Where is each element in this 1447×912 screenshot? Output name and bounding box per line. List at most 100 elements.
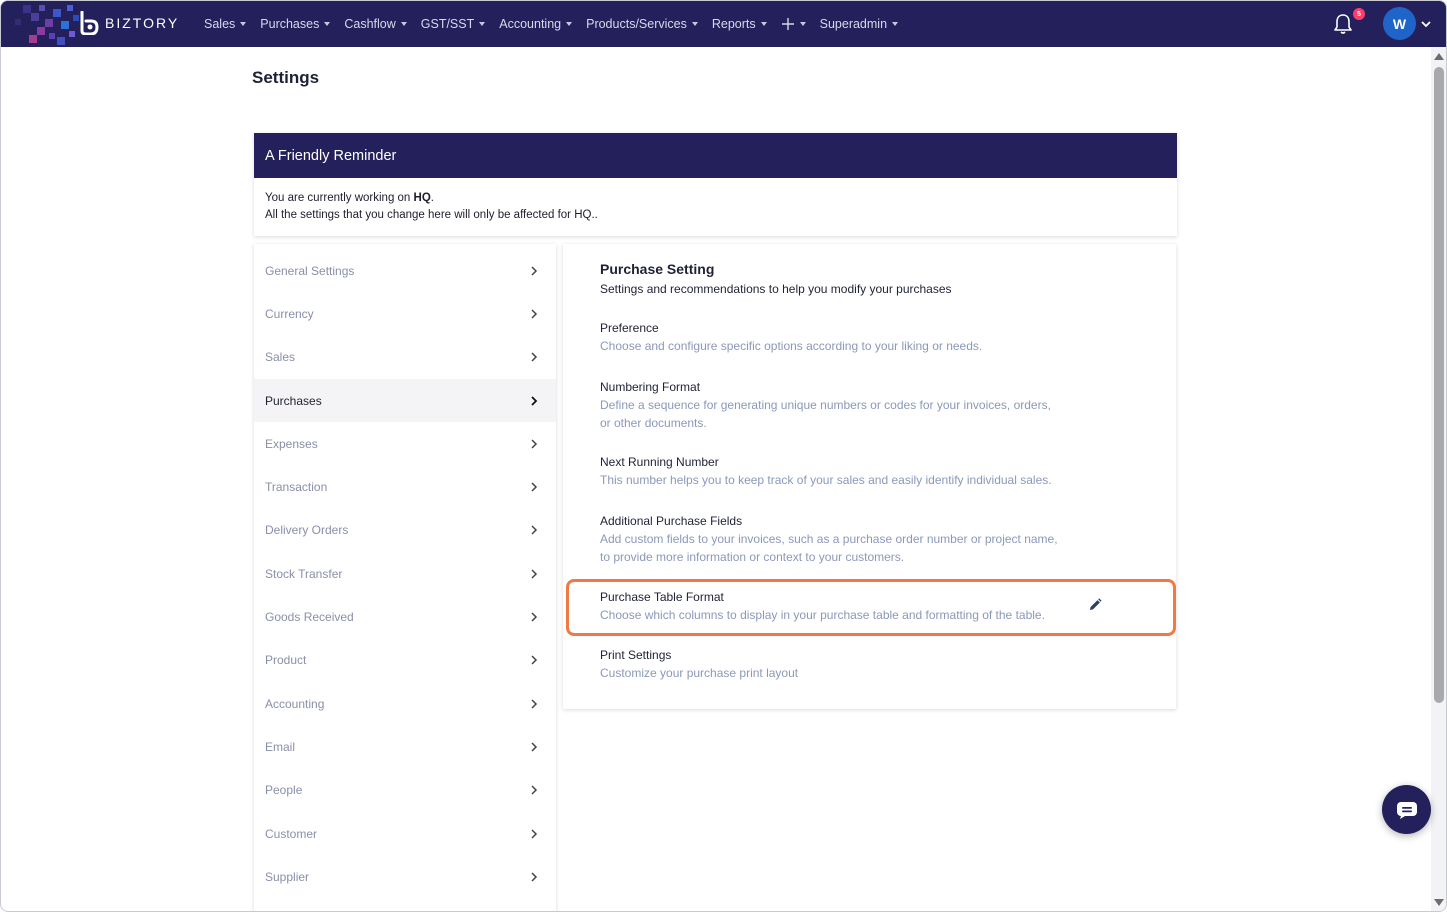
nav-label: Reports — [711, 17, 756, 31]
nav-reports[interactable]: Reports — [712, 17, 767, 31]
option-title: Numbering Format — [600, 380, 701, 394]
sidebar-item-label: Delivery Orders — [265, 522, 349, 537]
reminder-line-2: All the settings that you change here wi… — [265, 209, 598, 221]
user-avatar[interactable]: W — [1383, 7, 1416, 40]
option-description: Add custom fields to your invoices, such… — [600, 532, 1058, 564]
brand-logo[interactable]: BIZTORY — [79, 11, 179, 35]
chevron-right-icon — [531, 785, 538, 795]
sidebar-item-supplier[interactable]: Supplier — [254, 855, 556, 898]
nav-gst-sst[interactable]: GST/SST — [420, 17, 486, 31]
sidebar-item-label: Currency — [265, 306, 314, 321]
sidebar-item-label: Email — [265, 739, 296, 754]
sidebar-item-purchases[interactable]: Purchases — [254, 379, 556, 422]
settings-sidebar: General Settings Currency Sales Purchase… — [254, 244, 556, 911]
caret-down-icon — [691, 22, 698, 26]
option-additional-purchase-fields[interactable]: Additional Purchase Fields Add custom fi… — [600, 513, 1060, 566]
caret-down-icon — [324, 22, 331, 26]
sidebar-item-currency[interactable]: Currency — [254, 292, 556, 335]
chat-button[interactable] — [1382, 785, 1431, 834]
option-next-running-number[interactable]: Next Running Number This number helps yo… — [600, 454, 1060, 489]
nav-superadmin[interactable]: Superadmin — [820, 17, 899, 31]
sidebar-item-goods-received[interactable]: Goods Received — [254, 595, 556, 638]
chevron-right-icon — [531, 699, 538, 709]
nav-label: GST/SST — [420, 17, 475, 31]
pencil-edit-icon[interactable] — [1088, 598, 1102, 612]
nav-products-services[interactable]: Products/Services — [586, 17, 698, 31]
chevron-right-icon — [531, 612, 538, 622]
nav-purchases[interactable]: Purchases — [260, 17, 331, 31]
sidebar-item-people[interactable]: People — [254, 768, 556, 811]
sidebar-item-label: Product — [265, 652, 307, 667]
chevron-right-icon — [531, 742, 538, 752]
sidebar-item-product[interactable]: Product — [254, 638, 556, 681]
reminder-line-1: You are currently working on HQ. — [265, 190, 1166, 207]
option-print-settings[interactable]: Print Settings Customize your purchase p… — [600, 647, 1060, 682]
top-navbar: BIZTORY Sales Purchases Cashflow GST/SST… — [1, 1, 1446, 47]
nav-label: Products/Services — [586, 17, 687, 31]
chevron-right-icon — [531, 655, 538, 665]
sidebar-item-customer[interactable]: Customer — [254, 812, 556, 855]
chevron-right-icon — [531, 829, 538, 839]
option-description: Choose which columns to display in your … — [600, 608, 1045, 622]
reminder-text: You are currently working on — [265, 192, 414, 204]
caret-down-icon — [400, 22, 407, 26]
nav-cashflow[interactable]: Cashflow — [344, 17, 407, 31]
scroll-up-arrow-icon[interactable] — [1434, 53, 1444, 60]
caret-down-icon — [240, 22, 247, 26]
option-title: Additional Purchase Fields — [600, 514, 743, 528]
chat-bubble-icon — [1396, 801, 1417, 819]
sidebar-item-label: Purchases — [265, 393, 322, 408]
chevron-right-icon — [531, 482, 538, 492]
nav-sales[interactable]: Sales — [204, 17, 247, 31]
page-scrollbar[interactable] — [1431, 47, 1446, 911]
caret-down-icon — [892, 22, 899, 26]
scrollbar-thumb[interactable] — [1434, 67, 1444, 703]
sidebar-item-label: Stock Transfer — [265, 566, 343, 581]
option-purchase-table-format[interactable]: Purchase Table Format Choose which colum… — [600, 589, 1060, 624]
sidebar-item-label: Supplier — [265, 869, 310, 884]
sidebar-item-email[interactable]: Email — [254, 725, 556, 768]
option-description: Customize your purchase print layout — [600, 666, 799, 680]
sidebar-item-general-settings[interactable]: General Settings — [254, 249, 556, 292]
reminder-text: . — [430, 192, 434, 204]
page-title: Settings — [252, 68, 320, 87]
chevron-down-icon[interactable] — [1420, 18, 1432, 30]
sidebar-item-stock-transfer[interactable]: Stock Transfer — [254, 552, 556, 595]
section-title: Purchase Setting — [600, 261, 715, 277]
main-nav: Sales Purchases Cashflow GST/SST Account… — [204, 1, 912, 47]
nav-accounting[interactable]: Accounting — [499, 17, 573, 31]
nav-label: Purchases — [260, 17, 320, 31]
plus-icon — [781, 18, 794, 30]
caret-down-icon — [799, 22, 806, 26]
sidebar-item-expenses[interactable]: Expenses — [254, 422, 556, 465]
sidebar-item-label: Sales — [265, 349, 296, 364]
sidebar-item-accounting[interactable]: Accounting — [254, 682, 556, 725]
chevron-right-icon — [531, 439, 538, 449]
option-title: Purchase Table Format — [600, 590, 724, 604]
chevron-right-icon — [531, 872, 538, 882]
sidebar-item-sales[interactable]: Sales — [254, 335, 556, 378]
chevron-right-icon — [531, 309, 538, 319]
option-preference[interactable]: Preference Choose and configure specific… — [600, 320, 1060, 355]
sidebar-item-label: Expenses — [265, 436, 318, 451]
chevron-right-icon — [531, 396, 538, 406]
sidebar-item-transaction[interactable]: Transaction — [254, 465, 556, 508]
option-title: Print Settings — [600, 648, 672, 662]
option-description: This number helps you to keep track of y… — [600, 473, 1052, 487]
scroll-down-arrow-icon[interactable] — [1434, 899, 1444, 906]
nav-label: Cashflow — [344, 17, 396, 31]
option-numbering-format[interactable]: Numbering Format Define a sequence for g… — [600, 379, 1060, 432]
sidebar-item-label: Transaction — [265, 479, 328, 494]
sidebar-item-delivery-orders[interactable]: Delivery Orders — [254, 508, 556, 551]
caret-down-icon — [760, 22, 767, 26]
purchase-setting-panel: Purchase Setting Settings and recommenda… — [563, 244, 1176, 709]
chevron-right-icon — [531, 352, 538, 362]
option-title: Preference — [600, 321, 659, 335]
sidebar-item-label: Customer — [265, 826, 318, 841]
chevron-right-icon — [531, 525, 538, 535]
nav-label: Sales — [204, 17, 236, 31]
app-window: BIZTORY Sales Purchases Cashflow GST/SST… — [0, 0, 1447, 912]
nav-quick-add[interactable] — [781, 17, 806, 31]
notification-bell-icon[interactable] — [1333, 13, 1353, 35]
biztory-logo-icon — [80, 11, 99, 35]
